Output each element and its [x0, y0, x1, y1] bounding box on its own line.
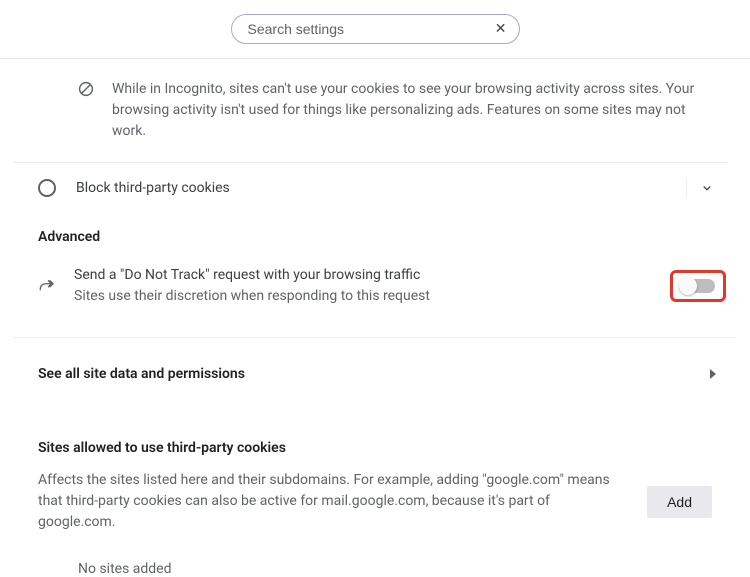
see-all-site-data-label: See all site data and permissions: [38, 366, 710, 382]
block-third-party-label: Block third-party cookies: [76, 180, 686, 196]
radio-icon[interactable]: [38, 179, 56, 197]
toggle-highlight: [670, 270, 726, 302]
top-bar: ✕: [0, 0, 750, 59]
see-all-site-data-row[interactable]: See all site data and permissions: [14, 337, 736, 398]
allowed-sites-section: Sites allowed to use third-party cookies…: [14, 398, 736, 577]
block-third-party-row[interactable]: Block third-party cookies: [14, 163, 736, 213]
do-not-track-subtitle: Sites use their discretion when respondi…: [74, 286, 652, 307]
block-icon: [78, 81, 94, 97]
chevron-down-icon: [700, 181, 714, 195]
chevron-right-icon: [710, 369, 716, 379]
expand-button[interactable]: [686, 177, 726, 199]
allowed-sites-description: Affects the sites listed here and their …: [38, 470, 627, 533]
redirect-arrow-icon: [38, 279, 56, 293]
no-sites-added-text: No sites added: [38, 533, 712, 577]
do-not-track-title: Send a "Do Not Track" request with your …: [74, 265, 652, 286]
add-site-button[interactable]: Add: [647, 486, 712, 518]
allowed-sites-title: Sites allowed to use third-party cookies: [38, 440, 712, 456]
toggle-knob: [679, 277, 697, 295]
do-not-track-text: Send a "Do Not Track" request with your …: [74, 265, 652, 307]
incognito-info-text: While in Incognito, sites can't use your…: [112, 79, 728, 142]
allowed-sites-desc-row: Affects the sites listed here and their …: [38, 470, 712, 533]
clear-search-icon[interactable]: ✕: [495, 22, 507, 36]
do-not-track-row[interactable]: Send a "Do Not Track" request with your …: [14, 259, 736, 313]
search-input[interactable]: [248, 21, 495, 37]
incognito-info-row: While in Incognito, sites can't use your…: [14, 59, 728, 163]
do-not-track-toggle[interactable]: [681, 279, 715, 293]
search-field-wrap[interactable]: ✕: [231, 14, 520, 44]
settings-content: While in Incognito, sites can't use your…: [0, 59, 750, 577]
advanced-header: Advanced: [14, 213, 736, 259]
